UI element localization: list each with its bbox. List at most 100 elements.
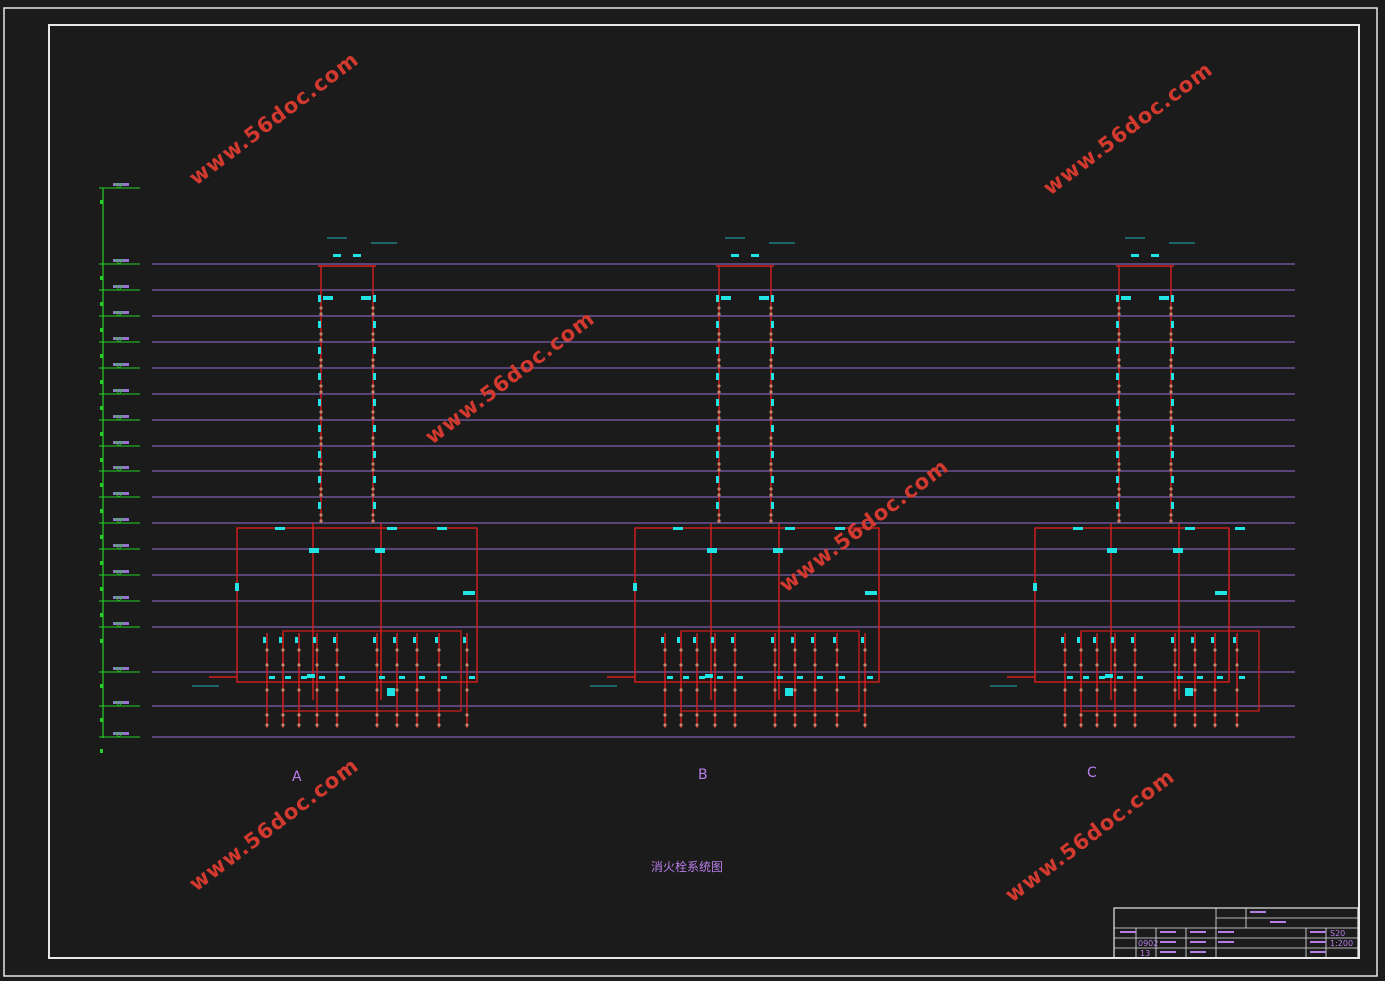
valve <box>1117 462 1121 466</box>
elevation-dim <box>100 354 103 358</box>
valve <box>265 713 269 717</box>
hydrant-box <box>1171 295 1174 302</box>
valve <box>1117 436 1121 440</box>
valve <box>695 663 699 667</box>
hydrant-system <box>192 237 478 728</box>
valve <box>375 723 379 727</box>
elevation-scale <box>99 183 140 753</box>
title-block-text <box>1218 941 1234 943</box>
valve <box>1095 688 1099 692</box>
branch-hydrant <box>319 676 325 679</box>
sheet-number: S20 <box>1330 929 1345 938</box>
branch-hydrant <box>279 637 282 643</box>
valve <box>375 688 379 692</box>
valve <box>415 688 419 692</box>
valve <box>1117 358 1121 362</box>
valve <box>1133 723 1137 727</box>
valve <box>395 663 399 667</box>
valve <box>695 713 699 717</box>
hydrant-box <box>318 399 321 406</box>
branch-hydrant <box>797 676 803 679</box>
hydrant-box <box>716 321 719 328</box>
valve <box>733 713 737 717</box>
branch-hydrant <box>1233 637 1236 643</box>
valve <box>793 688 797 692</box>
section-label-a: A <box>292 769 302 785</box>
ring-valve <box>1073 527 1083 530</box>
hydrant-box <box>771 425 774 432</box>
valve <box>863 663 867 667</box>
valve <box>319 493 323 497</box>
hydrant-cabinet <box>773 548 783 553</box>
branch-hydrant <box>699 676 705 679</box>
title-block-text <box>1310 941 1326 943</box>
valve <box>315 713 319 717</box>
valve <box>1213 723 1217 727</box>
valve <box>297 688 301 692</box>
branch-hydrant <box>269 676 275 679</box>
lower-ring <box>282 630 462 712</box>
valve <box>663 648 667 652</box>
valve <box>663 663 667 667</box>
valve <box>371 384 375 388</box>
valve <box>1169 468 1173 472</box>
valve <box>1169 410 1173 414</box>
hydrant-box <box>318 451 321 458</box>
hydrant-box <box>1116 451 1119 458</box>
valve <box>733 723 737 727</box>
valve <box>319 442 323 446</box>
hydrant-box <box>373 295 376 302</box>
floor-lines <box>152 263 1295 738</box>
valve <box>281 688 285 692</box>
valve <box>717 436 721 440</box>
valve <box>319 410 323 414</box>
valve <box>1117 384 1121 388</box>
valve <box>1169 384 1173 388</box>
ring-valve <box>785 527 795 530</box>
valve <box>395 688 399 692</box>
title-block-text <box>1310 931 1326 933</box>
valve <box>1079 663 1083 667</box>
elevation-dim <box>100 406 103 410</box>
valve <box>319 416 323 420</box>
valve <box>335 723 339 727</box>
valve <box>769 436 773 440</box>
valve <box>1117 493 1121 497</box>
valve <box>319 358 323 362</box>
branch-hydrant <box>1191 637 1194 643</box>
hydrant-box <box>771 347 774 354</box>
valve <box>769 312 773 316</box>
branch-hydrant <box>399 676 405 679</box>
title-block-text <box>1120 931 1136 933</box>
valve <box>773 688 777 692</box>
hydrant-system <box>590 237 880 728</box>
branch-hydrant <box>667 676 673 679</box>
valve <box>335 713 339 717</box>
valve <box>371 338 375 342</box>
valve <box>1169 487 1173 491</box>
valve <box>769 364 773 368</box>
hydrant-box <box>373 476 376 483</box>
valve <box>663 713 667 717</box>
roof-valve <box>1151 254 1159 257</box>
valve <box>769 384 773 388</box>
riser-systems <box>192 237 1260 728</box>
pump <box>387 688 395 696</box>
pump-valve <box>307 674 315 678</box>
valve <box>315 723 319 727</box>
hydrant-box <box>1116 476 1119 483</box>
pump <box>785 688 793 696</box>
watermark-2: www.56doc.com <box>1039 57 1218 200</box>
valve <box>1169 338 1173 342</box>
valve <box>1169 358 1173 362</box>
hydrant-box <box>318 502 321 509</box>
valve <box>1095 723 1099 727</box>
hydrant-box <box>716 373 719 380</box>
valve <box>1095 713 1099 717</box>
valve <box>1169 493 1173 497</box>
valve <box>717 410 721 414</box>
valve <box>713 663 717 667</box>
branch-hydrant <box>339 676 345 679</box>
valve <box>863 688 867 692</box>
hydrant-cabinet <box>759 296 769 300</box>
